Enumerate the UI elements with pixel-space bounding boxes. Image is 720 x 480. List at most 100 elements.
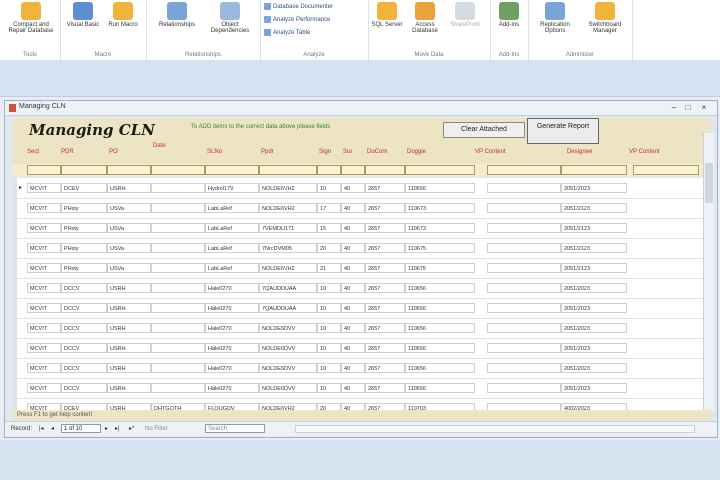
table-cell[interactable]: MCVIT: [27, 303, 61, 313]
table-cell[interactable]: Hale0270: [205, 323, 259, 333]
table-cell[interactable]: [487, 263, 561, 273]
table-cell[interactable]: PHsty: [61, 223, 107, 233]
table-cell[interactable]: 40: [341, 203, 365, 213]
table-cell[interactable]: [487, 283, 561, 293]
filter-field[interactable]: [633, 165, 699, 175]
table-cell[interactable]: 40: [341, 343, 365, 353]
switchboard-manager-button[interactable]: Switchboard Manager: [582, 2, 628, 35]
table-cell[interactable]: [151, 283, 205, 293]
table-cell[interactable]: [151, 303, 205, 313]
table-cell[interactable]: 7NrcDVM05: [259, 243, 317, 253]
table-cell[interactable]: USVa: [107, 263, 151, 273]
table-cell[interactable]: 2657: [365, 243, 405, 253]
table-cell[interactable]: PHsty: [61, 263, 107, 273]
table-cell[interactable]: 2051/2023: [561, 383, 627, 393]
table-cell[interactable]: 10: [317, 283, 341, 293]
table-cell[interactable]: 40: [341, 303, 365, 313]
table-cell[interactable]: 110656: [405, 183, 475, 193]
table-cell[interactable]: MCVIT: [27, 243, 61, 253]
table-cell[interactable]: [487, 223, 561, 233]
table-cell[interactable]: USRH: [107, 363, 151, 373]
table-cell[interactable]: USRH: [107, 283, 151, 293]
table-cell[interactable]: 40: [341, 383, 365, 393]
table-cell[interactable]: 4002/2023: [561, 403, 627, 410]
table-cell[interactable]: DCEV: [61, 403, 107, 410]
table-cell[interactable]: NOLDE6VH2: [259, 403, 317, 410]
table-cell[interactable]: LabLaRef: [205, 223, 259, 233]
table-cell[interactable]: NOLDE6DVV: [259, 363, 317, 373]
search-box[interactable]: Search: [205, 424, 265, 433]
table-cell[interactable]: Hydrol17V: [205, 183, 259, 193]
table-cell[interactable]: DCCV: [61, 363, 107, 373]
table-cell[interactable]: 2051/2023: [561, 283, 627, 293]
table-cell[interactable]: 2051/2023: [561, 363, 627, 373]
table-cell[interactable]: 40: [341, 363, 365, 373]
new-record-icon[interactable]: ▸*: [129, 424, 134, 434]
table-cell[interactable]: NOLDE6DVV: [259, 323, 317, 333]
table-cell[interactable]: 2051/2023: [561, 183, 627, 193]
table-cell[interactable]: 110673: [405, 223, 475, 233]
table-cell[interactable]: 40: [341, 223, 365, 233]
table-cell[interactable]: 2657: [365, 203, 405, 213]
filter-field[interactable]: [561, 165, 627, 175]
table-cell[interactable]: 7QAUDDUAA: [259, 283, 317, 293]
table-cell[interactable]: 17: [317, 203, 341, 213]
table-cell[interactable]: 20: [317, 403, 341, 410]
table-cell[interactable]: [151, 323, 205, 333]
table-cell[interactable]: 10: [317, 323, 341, 333]
record-number-field[interactable]: 1 of 10: [61, 424, 101, 433]
object-dependencies-button[interactable]: Object Dependencies: [206, 2, 254, 35]
table-cell[interactable]: NOLDE6VH2: [259, 263, 317, 273]
table-cell[interactable]: USRH: [107, 383, 151, 393]
table-row[interactable]: MCVIT DCCV USRH Hale0270 NOLDE6DVV 10 40 2657 11…: [13, 358, 703, 379]
table-cell[interactable]: 110656: [405, 303, 475, 313]
table-cell[interactable]: USRH: [107, 323, 151, 333]
table-cell[interactable]: 2051/2123: [561, 203, 627, 213]
filter-field[interactable]: [151, 165, 205, 175]
table-cell[interactable]: NOLDE6VH2: [259, 203, 317, 213]
table-cell[interactable]: 40: [341, 283, 365, 293]
filter-field[interactable]: [405, 165, 475, 175]
replication-options-button[interactable]: Replication Options: [532, 2, 578, 35]
table-row[interactable]: MCVIT DCCV USRH Hale0270 NOLDE6DVV 10 40 2657 11…: [13, 318, 703, 339]
analyze-table-item[interactable]: Analyze Table: [264, 28, 310, 38]
table-cell[interactable]: Hale0270: [205, 343, 259, 353]
table-cell[interactable]: 7QAUDDUAA: [259, 303, 317, 313]
table-cell[interactable]: 110656: [405, 323, 475, 333]
table-cell[interactable]: [151, 343, 205, 353]
table-cell[interactable]: 20: [317, 243, 341, 253]
clear-attached-button[interactable]: Clear Attached: [443, 122, 525, 138]
filter-indicator[interactable]: No Filter: [145, 424, 168, 434]
table-cell[interactable]: USRH: [107, 303, 151, 313]
filter-field[interactable]: [61, 165, 107, 175]
table-cell[interactable]: NOLDE6DVV: [259, 343, 317, 353]
table-cell[interactable]: 21: [317, 263, 341, 273]
filter-field[interactable]: [365, 165, 405, 175]
table-cell[interactable]: 10: [317, 343, 341, 353]
horizontal-scrollbar[interactable]: [295, 425, 695, 433]
relationships-button[interactable]: Relationships: [154, 2, 200, 28]
filter-field[interactable]: [107, 165, 151, 175]
sql-server-button[interactable]: SQL Server: [370, 2, 404, 28]
previous-record-icon[interactable]: ◂: [51, 424, 54, 434]
table-cell[interactable]: MCVIT: [27, 203, 61, 213]
table-cell[interactable]: LabLaRef: [205, 203, 259, 213]
table-cell[interactable]: 2657: [365, 323, 405, 333]
table-cell[interactable]: NOLDE6DVV: [259, 383, 317, 393]
table-cell[interactable]: 40: [341, 403, 365, 410]
table-cell[interactable]: 2051/2023: [561, 343, 627, 353]
table-cell[interactable]: DCCV: [61, 303, 107, 313]
table-cell[interactable]: 40: [341, 183, 365, 193]
table-cell[interactable]: [487, 363, 561, 373]
table-cell[interactable]: 110656: [405, 283, 475, 293]
table-row[interactable]: MCVIT DCEV USRH DHTGOTH FLOUGDV NOLDE6VH2 20 40…: [13, 398, 703, 410]
table-cell[interactable]: [487, 403, 561, 410]
table-cell[interactable]: MCVIT: [27, 343, 61, 353]
first-record-icon[interactable]: |◂: [39, 424, 44, 434]
table-cell[interactable]: 2657: [365, 183, 405, 193]
table-cell[interactable]: [151, 223, 205, 233]
table-cell[interactable]: 10: [317, 183, 341, 193]
access-database-button[interactable]: Access Database: [408, 2, 442, 35]
table-cell[interactable]: 2051/2123: [561, 223, 627, 233]
table-cell[interactable]: PHsty: [61, 203, 107, 213]
